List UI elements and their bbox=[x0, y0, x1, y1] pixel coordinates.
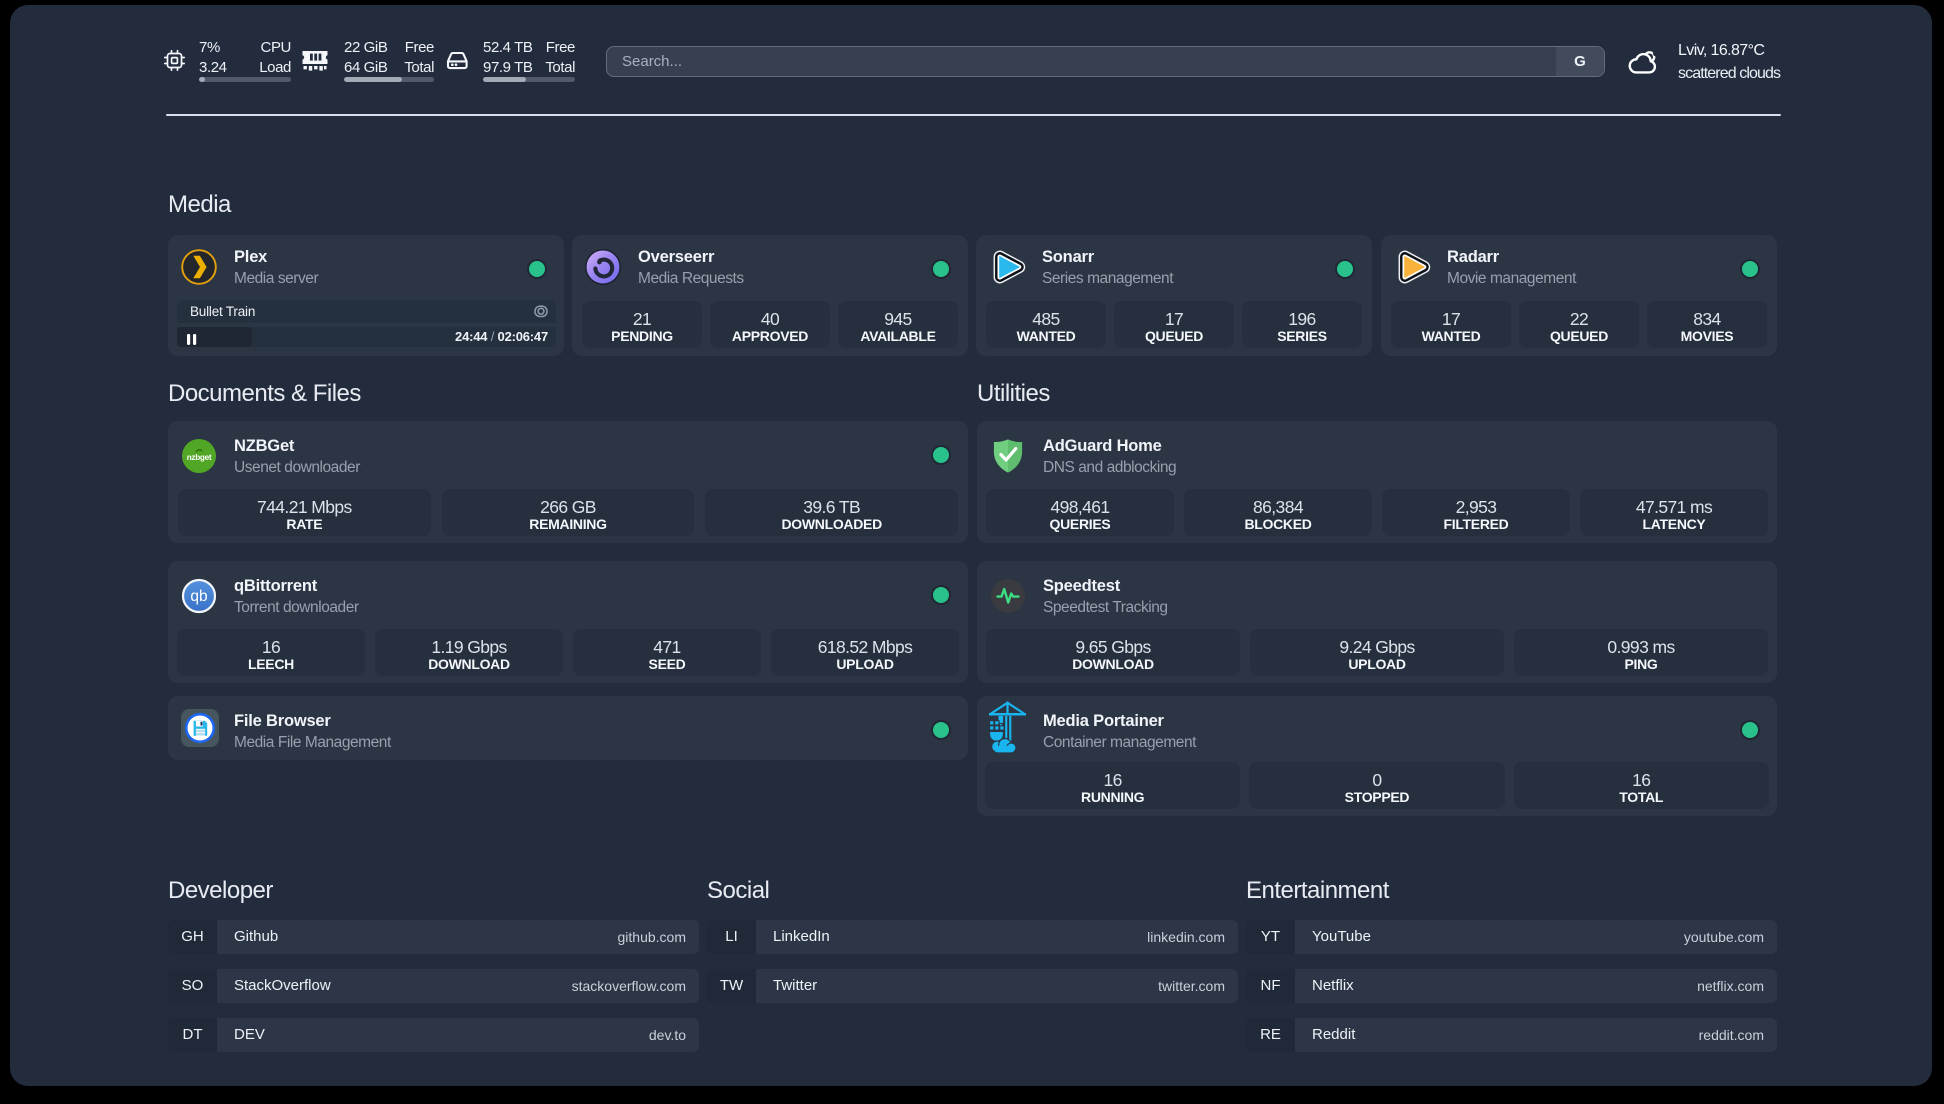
svg-text:qb: qb bbox=[190, 588, 207, 605]
svg-text:nzbget: nzbget bbox=[187, 453, 212, 462]
